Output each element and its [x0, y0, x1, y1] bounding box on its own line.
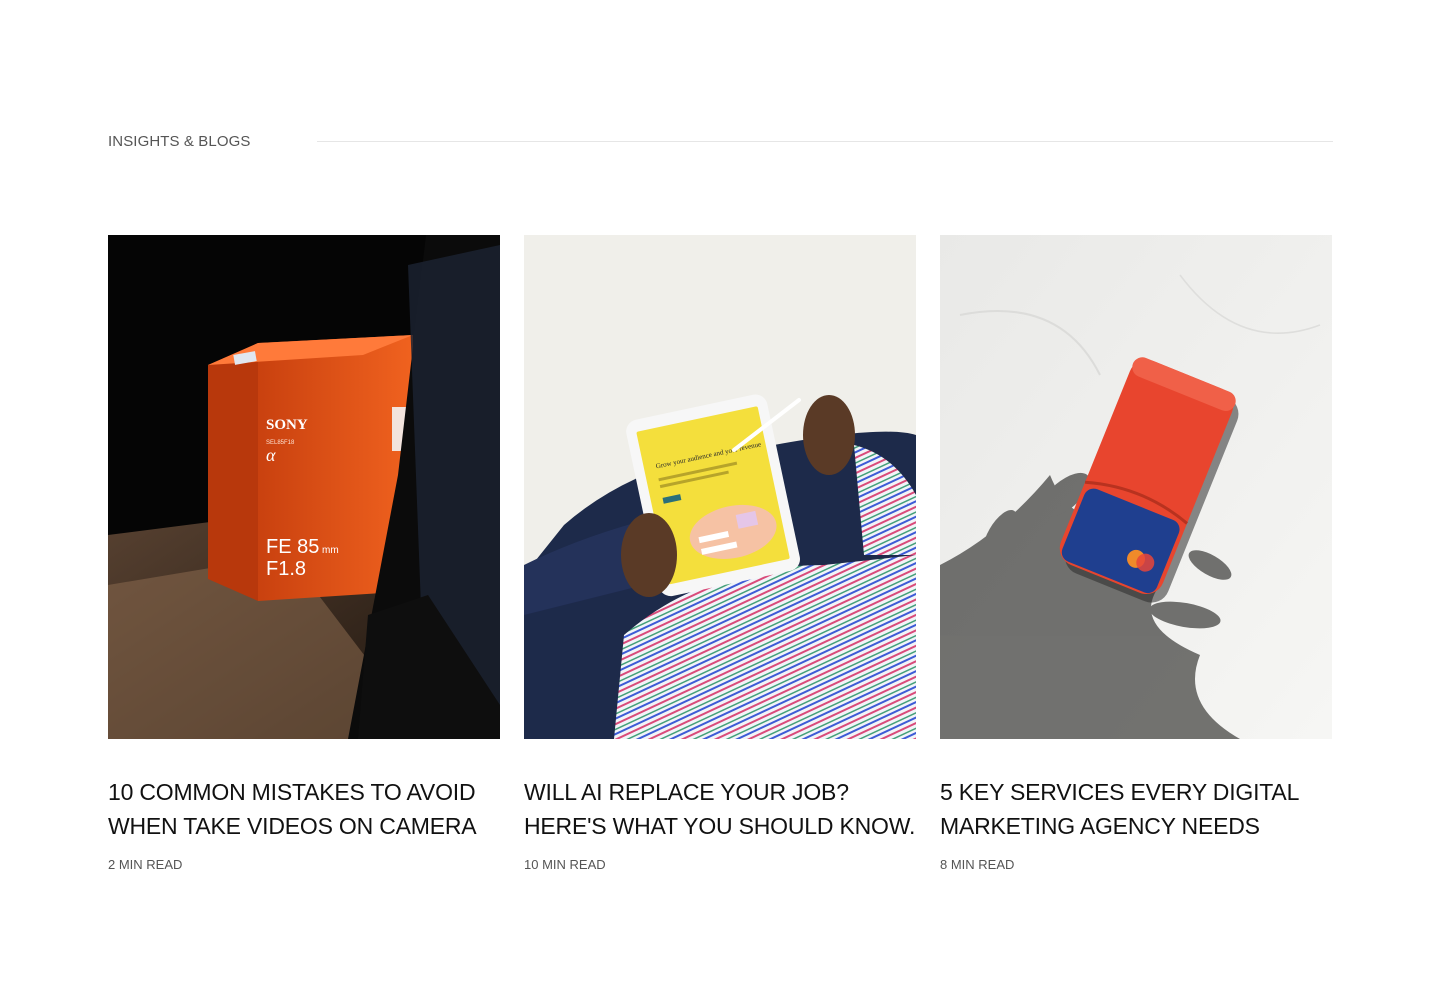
read-time: 10 MIN READ [524, 857, 606, 872]
camera-lens-box-photo: SONY SEL85F18 α FE 85 mm F1.8 [108, 235, 500, 739]
wallet-photo [940, 235, 1332, 739]
box-alpha-text: α [266, 445, 276, 465]
section-header: INSIGHTS & BLOGS [108, 131, 1333, 151]
blog-card-title[interactable]: 10 COMMON MISTAKES TO AVOID WHEN TAKE VI… [108, 775, 500, 843]
box-aperture-text: F1.8 [266, 558, 306, 580]
blog-card-image-tablet[interactable]: Grow your audience and your revenue [524, 235, 916, 739]
blog-card-image-camera-lens-box[interactable]: SONY SEL85F18 α FE 85 mm F1.8 [108, 235, 500, 739]
box-unit-text: mm [322, 545, 339, 556]
blog-card[interactable]: Grow your audience and your revenue WILL… [524, 235, 916, 872]
box-brand-text: SONY [266, 417, 308, 433]
read-time: 8 MIN READ [940, 857, 1015, 872]
tablet-photo: Grow your audience and your revenue [524, 235, 916, 739]
blog-card-title[interactable]: WILL AI REPLACE YOUR JOB? HERE'S WHAT YO… [524, 775, 916, 843]
blog-card-title[interactable]: 5 KEY SERVICES EVERY DIGITAL MARKETING A… [940, 775, 1332, 843]
blog-card[interactable]: SONY SEL85F18 α FE 85 mm F1.8 10 COMMON … [108, 235, 500, 872]
blog-card[interactable]: 5 KEY SERVICES EVERY DIGITAL MARKETING A… [940, 235, 1332, 872]
read-time: 2 MIN READ [108, 857, 183, 872]
box-model-text: FE 85 [266, 536, 319, 558]
blog-card-list: SONY SEL85F18 α FE 85 mm F1.8 10 COMMON … [108, 235, 1332, 872]
blog-card-image-wallet[interactable] [940, 235, 1332, 739]
section-title: INSIGHTS & BLOGS [108, 132, 251, 150]
section-divider [317, 140, 1333, 142]
